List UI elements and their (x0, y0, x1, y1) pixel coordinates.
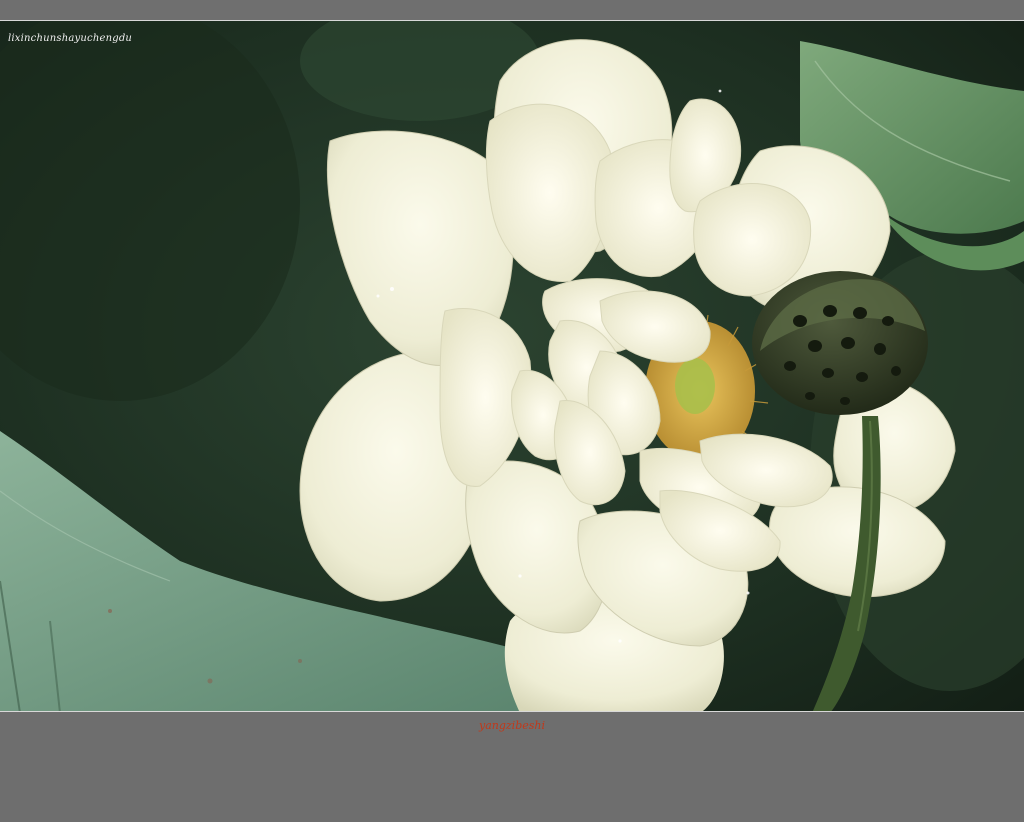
photo (0, 20, 1024, 712)
top-frame-band (0, 0, 1024, 20)
photographer-watermark: lixinchunshayuchengdu (8, 33, 133, 44)
signature-text: yangzibeshi (478, 719, 545, 732)
lotus-photo-image (0, 21, 1024, 711)
lotus-seed-pod-center (675, 358, 715, 414)
